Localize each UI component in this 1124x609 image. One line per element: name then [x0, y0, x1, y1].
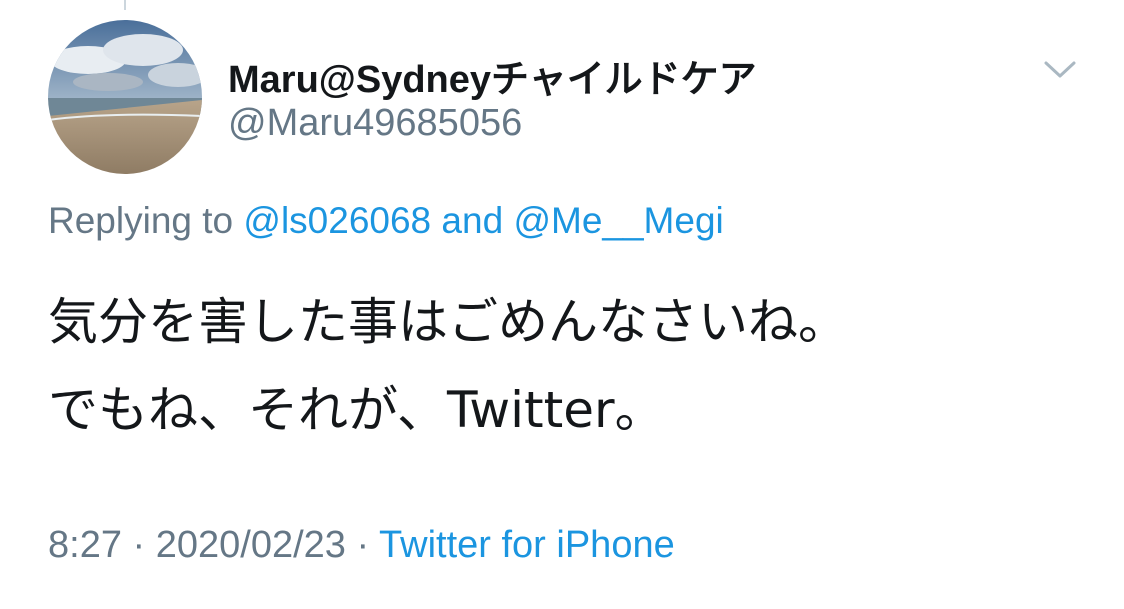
thread-connector-line	[124, 0, 126, 10]
reply-mention-link[interactable]: @ls026068	[243, 200, 431, 241]
tweet-text-line: 気分を害した事はごめんなさいね。	[48, 293, 848, 351]
tweet-source-link[interactable]: Twitter for iPhone	[379, 524, 675, 566]
meta-separator: ·	[132, 524, 146, 566]
chevron-down-icon[interactable]	[1040, 54, 1080, 84]
tweet-time[interactable]: 8:27	[48, 524, 122, 566]
tweet-metadata: 8:27 · 2020/02/23 · Twitter for iPhone	[48, 524, 675, 567]
reply-mention-link[interactable]: @Me__Megi	[513, 200, 723, 241]
avatar[interactable]	[48, 20, 202, 174]
replying-to-line: Replying to @ls026068 and @Me__Megi	[48, 200, 724, 242]
reply-conjunction: and	[441, 200, 504, 241]
tweet-date[interactable]: 2020/02/23	[156, 524, 346, 566]
tweet-text: 気分を害した事はごめんなさいね。 でもね、それが、Twitter。	[48, 278, 848, 454]
tweet-text-line: でもね、それが、Twitter。	[48, 381, 665, 439]
meta-separator: ·	[356, 524, 370, 566]
replying-prefix: Replying to	[48, 200, 234, 241]
display-name[interactable]: Maru@Sydneyチャイルドケア	[228, 48, 757, 103]
user-handle[interactable]: @Maru49685056	[228, 102, 522, 145]
